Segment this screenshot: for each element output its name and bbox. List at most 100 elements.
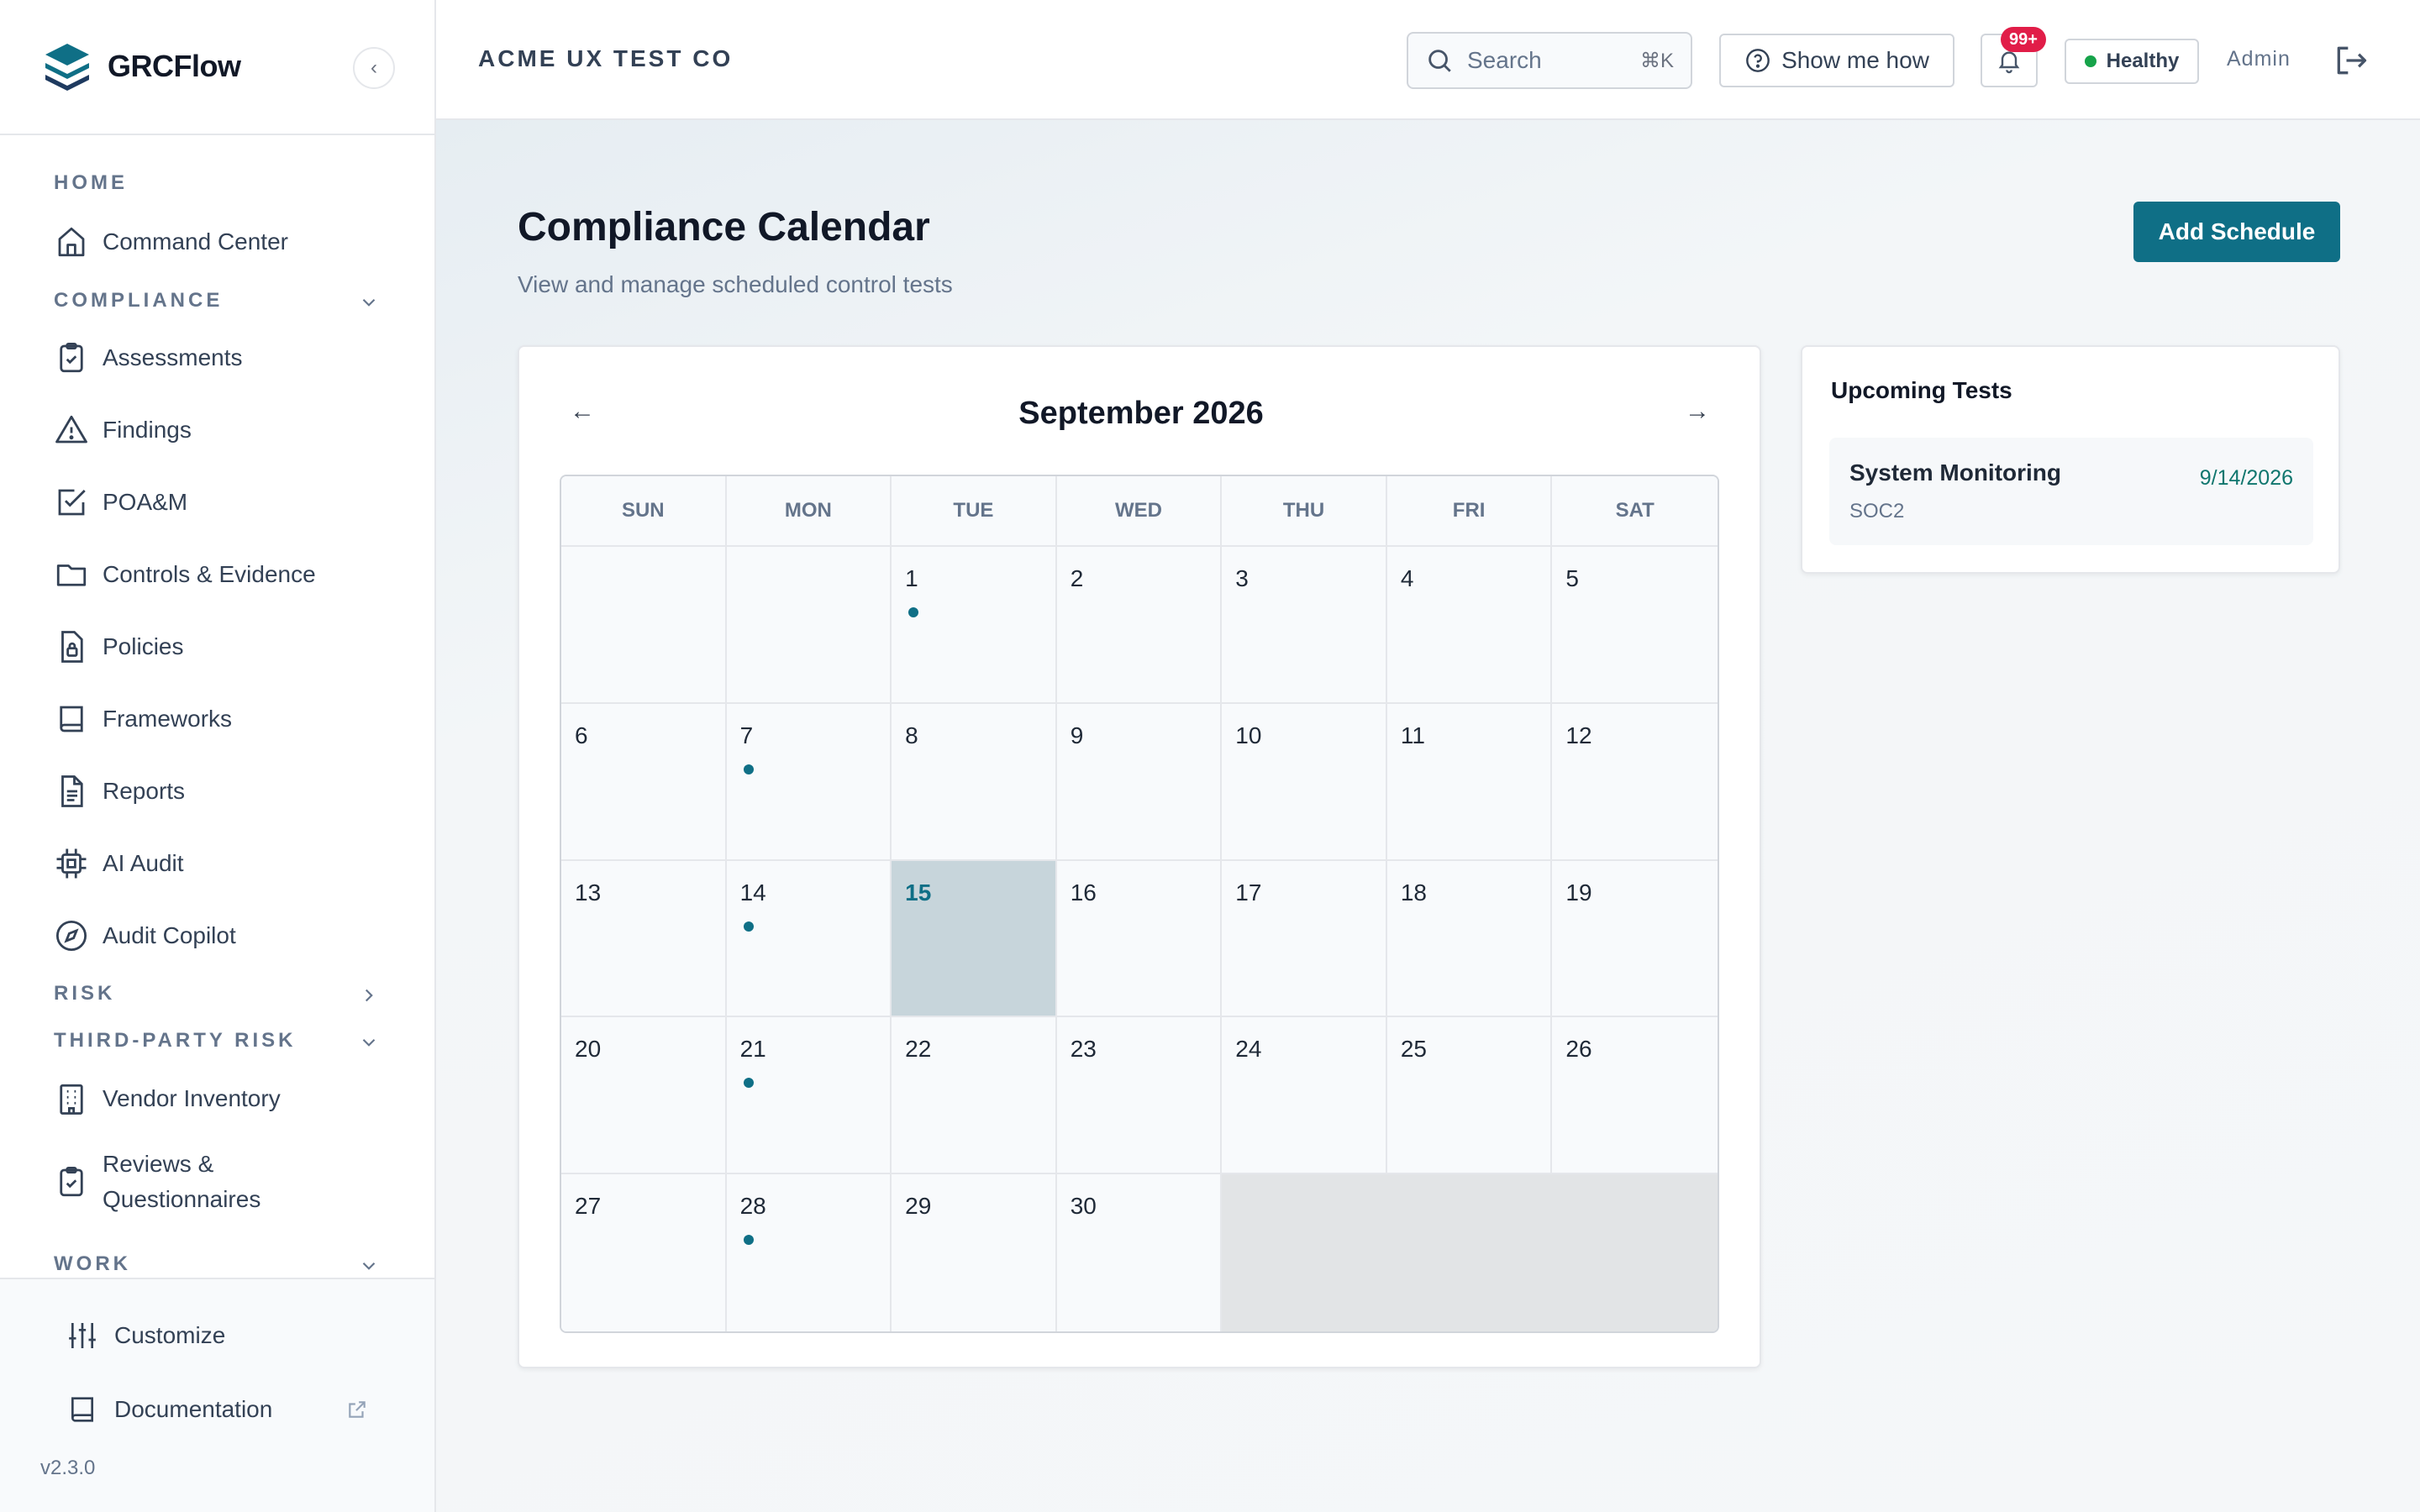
sidebar-item-command-center[interactable]: Command Center <box>54 217 288 267</box>
add-schedule-button[interactable]: Add Schedule <box>2133 202 2340 262</box>
calendar-day-26[interactable]: 26 <box>1552 1017 1718 1175</box>
calendar-day-17[interactable]: 17 <box>1222 860 1387 1018</box>
upcoming-test-item[interactable]: System Monitoring SOC2 9/14/2026 <box>1829 438 2313 545</box>
search-input[interactable]: Search ⌘K <box>1407 32 1692 89</box>
search-shortcut: ⌘K <box>1639 49 1674 72</box>
checkbox-edit-icon <box>58 489 86 516</box>
sidebar-item-audit-copilot[interactable]: Audit Copilot <box>54 911 236 961</box>
test-framework: SOC2 <box>1849 500 1905 522</box>
calendar-empty-cell <box>1386 1174 1553 1331</box>
sidebar-nav: HOME Command Center COMPLIANCE Assessmen… <box>0 135 434 1278</box>
scheduled-test-dot <box>743 1235 754 1246</box>
health-status-badge[interactable]: Healthy <box>2065 39 2199 84</box>
day-number: 21 <box>739 1036 766 1063</box>
upcoming-tests-card: Upcoming Tests System Monitoring SOC2 9/… <box>1801 345 2340 574</box>
calendar-day-30[interactable]: 30 <box>1056 1174 1223 1331</box>
calendar-day-20[interactable]: 20 <box>561 1017 727 1175</box>
calendar-empty-cell <box>561 547 727 704</box>
chevron-down-icon[interactable] <box>358 1255 380 1277</box>
scheduled-test-dot <box>743 921 754 932</box>
day-number: 23 <box>1070 1036 1097 1063</box>
day-number: 14 <box>739 879 766 906</box>
show-me-how-button[interactable]: Show me how <box>1719 34 1954 87</box>
sidebar-item-reviews-questionnaires[interactable]: Reviews & Questionnaires <box>54 1146 260 1218</box>
chevron-down-icon[interactable] <box>358 291 380 313</box>
sidebar-item-vendor-inventory[interactable]: Vendor Inventory <box>54 1074 281 1124</box>
calendar-day-14[interactable]: 14 <box>726 860 892 1018</box>
compass-icon <box>55 920 87 952</box>
sidebar-item-policies[interactable]: Policies <box>54 622 183 672</box>
calendar-day-6[interactable]: 6 <box>561 703 727 861</box>
calendar-day-23[interactable]: 23 <box>1056 1017 1223 1175</box>
section-home: HOME <box>54 171 128 194</box>
day-number: 29 <box>905 1193 932 1220</box>
calendar-day-8[interactable]: 8 <box>892 703 1057 861</box>
label-line-2: Questionnaires <box>103 1186 261 1212</box>
calendar-day-10[interactable]: 10 <box>1222 703 1387 861</box>
customize-button[interactable]: Customize <box>66 1310 225 1361</box>
weekday-header: FRI <box>1386 476 1553 547</box>
sidebar-item-label: Reports <box>103 778 186 804</box>
calendar-day-21[interactable]: 21 <box>726 1017 892 1175</box>
section-risk[interactable]: RISK <box>54 982 115 1005</box>
day-number: 4 <box>1400 565 1414 591</box>
calendar-day-12[interactable]: 12 <box>1552 703 1718 861</box>
user-name[interactable]: Admin <box>2227 47 2291 71</box>
sidebar-item-label: Policies <box>103 633 184 659</box>
sidebar-item-ai-audit[interactable]: AI Audit <box>54 838 184 889</box>
section-work[interactable]: WORK <box>54 1252 131 1276</box>
logout-icon[interactable] <box>2333 42 2370 79</box>
upcoming-tests-title: Upcoming Tests <box>1831 377 2012 403</box>
test-date: 9/14/2026 <box>2199 466 2293 490</box>
weekday-header: TUE <box>892 476 1057 547</box>
calendar-day-9[interactable]: 9 <box>1056 703 1223 861</box>
sidebar-item-reports[interactable]: Reports <box>54 766 185 816</box>
chevron-down-icon[interactable] <box>358 1032 380 1053</box>
calendar-day-15[interactable]: 15 <box>892 860 1057 1018</box>
documentation-label: Documentation <box>114 1396 273 1422</box>
file-text-icon <box>61 775 83 807</box>
calendar-day-29[interactable]: 29 <box>892 1174 1057 1331</box>
brand-name: GRCFlow <box>108 49 241 83</box>
calendar-day-4[interactable]: 4 <box>1386 547 1553 704</box>
collapse-sidebar-button[interactable]: ‹ <box>353 47 395 89</box>
sidebar-item-controls-evidence[interactable]: Controls & Evidence <box>54 549 316 600</box>
calendar-day-7[interactable]: 7 <box>726 703 892 861</box>
section-compliance[interactable]: COMPLIANCE <box>54 289 223 312</box>
sidebar-item-label: Reviews & Questionnaires <box>103 1147 260 1217</box>
day-number: 1 <box>905 565 918 591</box>
next-month-arrow-icon[interactable]: → <box>1685 397 1710 426</box>
calendar-day-3[interactable]: 3 <box>1222 547 1387 704</box>
sidebar-item-label: Audit Copilot <box>103 922 236 948</box>
chevron-right-icon[interactable] <box>358 984 380 1006</box>
calendar-day-22[interactable]: 22 <box>892 1017 1057 1175</box>
calendar-day-18[interactable]: 18 <box>1386 860 1553 1018</box>
calendar-day-13[interactable]: 13 <box>561 860 727 1018</box>
calendar-day-16[interactable]: 16 <box>1056 860 1223 1018</box>
day-number: 24 <box>1235 1036 1262 1063</box>
calendar-day-25[interactable]: 25 <box>1386 1017 1553 1175</box>
sidebar-item-label: POA&M <box>103 489 188 515</box>
calendar-day-5[interactable]: 5 <box>1552 547 1718 704</box>
book-icon <box>60 706 83 732</box>
notification-count-badge: 99+ <box>2001 27 2046 52</box>
day-number: 12 <box>1565 722 1592 748</box>
sidebar-item-frameworks[interactable]: Frameworks <box>54 694 232 744</box>
documentation-link[interactable]: Documentation <box>66 1384 272 1435</box>
sidebar-item-assessments[interactable]: Assessments <box>54 333 243 383</box>
sidebar-item-findings[interactable]: Findings <box>54 405 192 455</box>
calendar-day-11[interactable]: 11 <box>1386 703 1553 861</box>
calendar-day-28[interactable]: 28 <box>726 1174 892 1331</box>
page-subtitle: View and manage scheduled control tests <box>518 271 953 297</box>
day-number: 3 <box>1235 565 1249 591</box>
day-number: 7 <box>739 722 754 748</box>
calendar-day-1[interactable]: 1 <box>892 547 1057 704</box>
calendar-day-24[interactable]: 24 <box>1222 1017 1387 1175</box>
section-third-party-risk[interactable]: THIRD-PARTY RISK <box>54 1029 296 1053</box>
calendar-day-19[interactable]: 19 <box>1552 860 1718 1018</box>
calendar-day-27[interactable]: 27 <box>561 1174 727 1331</box>
folder-icon <box>56 564 87 586</box>
calendar-day-2[interactable]: 2 <box>1056 547 1223 704</box>
sidebar-item-poam[interactable]: POA&M <box>54 477 187 528</box>
calendar-grid: SUN MON TUE WED THU FRI SAT 1 2 3 4 5 6 7 8 9 10 11 12 13 14… <box>560 475 1719 1333</box>
